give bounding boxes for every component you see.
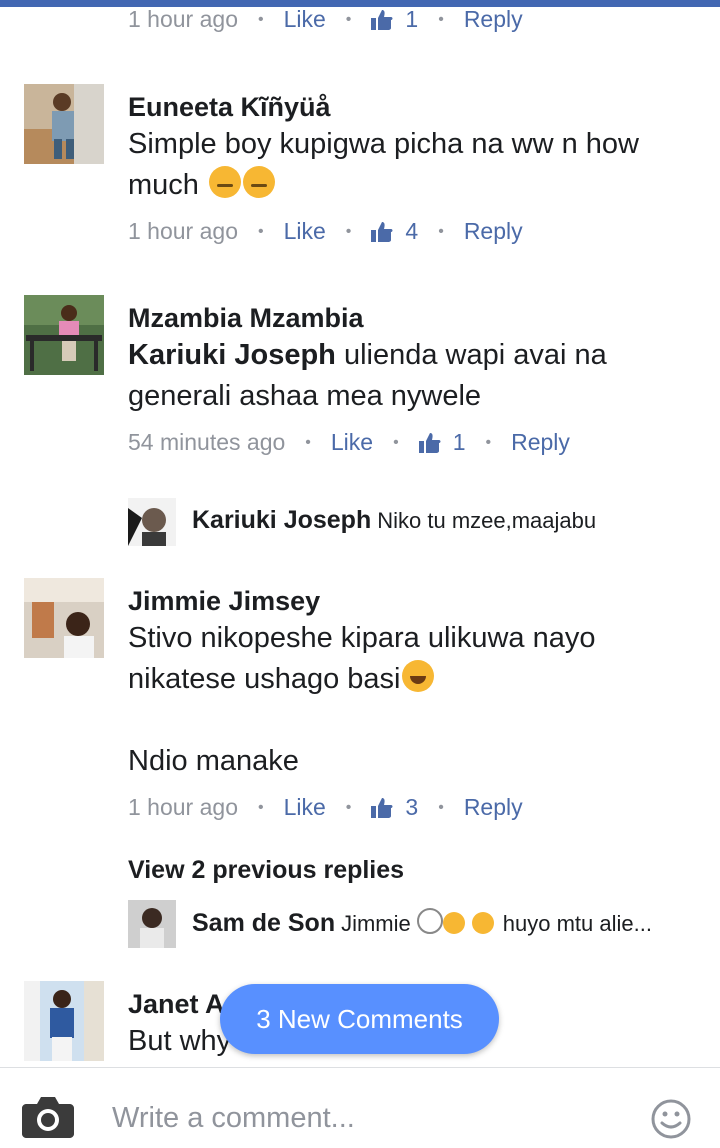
reply-button[interactable]: Reply — [464, 794, 523, 821]
like-count-value: 4 — [405, 218, 419, 244]
separator-dot: • — [345, 10, 352, 28]
thumbs-up-icon — [371, 9, 393, 30]
comment-text: Stivo nikopeshe kipara ulikuwa nayo nika… — [128, 618, 698, 700]
new-comments-button[interactable]: 3 New Comments — [220, 984, 499, 1054]
like-button[interactable]: Like — [284, 6, 326, 33]
thumbs-up-icon — [371, 221, 393, 242]
comment-text: Kariuki Joseph ulienda wapi avai na gene… — [128, 335, 698, 417]
comment-time: 54 minutes ago — [128, 429, 286, 455]
avatar[interactable] — [24, 578, 104, 658]
like-count-value: 1 — [452, 429, 466, 455]
separator-dot: • — [345, 222, 352, 240]
thumbs-up-icon — [418, 432, 441, 453]
like-count-value: 1 — [405, 6, 419, 32]
commenter-name[interactable]: Jimmie Jimsey — [128, 584, 698, 618]
thinking-face-icon — [242, 166, 275, 198]
like-count[interactable]: 3 — [371, 794, 418, 821]
rofl-icon — [443, 912, 466, 934]
reply-button[interactable]: Reply — [464, 218, 523, 245]
like-count[interactable]: 1 — [418, 429, 466, 456]
reply-avatar[interactable] — [128, 900, 176, 948]
separator-dot: • — [438, 10, 444, 28]
reply-name[interactable]: Sam de Son — [192, 909, 335, 937]
comment-text-content: But why — [128, 1025, 232, 1057]
comment-text-line: Ndio manake — [128, 745, 299, 777]
separator-dot: • — [438, 798, 444, 816]
separator-dot: • — [257, 10, 264, 28]
comment-time: 1 hour ago — [128, 794, 238, 820]
separator-dot: • — [257, 798, 264, 816]
family-icon — [417, 908, 444, 934]
comment-meta-row: 1 hour ago • Like • 4 • Reply — [128, 218, 523, 245]
grinning-sweat-icon — [402, 660, 435, 692]
avatar[interactable] — [24, 295, 104, 375]
reply-line: Kariuki Joseph Niko tu mzee,maajabu — [192, 506, 596, 535]
separator-dot: • — [438, 222, 444, 240]
thumbs-up-icon — [371, 797, 393, 818]
camera-icon[interactable] — [22, 1094, 74, 1143]
commenter-name[interactable]: Mzambia Mzambia — [128, 301, 698, 335]
comment-text-content: Simple boy kupigwa picha na ww n how muc… — [128, 128, 639, 201]
avatar[interactable] — [24, 981, 104, 1061]
view-previous-replies-link[interactable]: View 2 previous replies — [128, 856, 404, 885]
reply-avatar[interactable] — [128, 498, 176, 546]
tagged-name[interactable]: Kariuki Joseph — [128, 339, 336, 371]
reply-line: Sam de Son Jimmie huyo mtu alie... — [192, 908, 652, 938]
comment-meta-row: 1 hour ago • Like • 1 • Reply — [128, 6, 523, 33]
reply-row[interactable]: Sam de Son Jimmie huyo mtu alie... — [128, 900, 698, 950]
comment-time: 1 hour ago — [128, 218, 238, 244]
separator-dot: • — [485, 433, 492, 451]
like-button[interactable]: Like — [284, 218, 326, 245]
separator-dot: • — [345, 798, 352, 816]
thinking-face-icon — [208, 166, 241, 198]
comment-composer — [0, 1067, 720, 1148]
reply-name[interactable]: Kariuki Joseph — [192, 506, 371, 534]
avatar[interactable] — [24, 84, 104, 164]
separator-dot: • — [257, 222, 264, 240]
reply-text: huyo mtu alie... — [502, 911, 652, 936]
reply-row[interactable]: Kariuki Joseph Niko tu mzee,maajabu — [128, 498, 698, 548]
like-button[interactable]: Like — [331, 429, 373, 456]
rofl-icon — [472, 912, 495, 934]
reply-button[interactable]: Reply — [464, 6, 523, 33]
reply-text: Niko tu mzee,maajabu — [377, 508, 597, 533]
comment-text: Simple boy kupigwa picha na ww n how muc… — [128, 124, 698, 206]
like-button[interactable]: Like — [284, 794, 326, 821]
like-count[interactable]: 4 — [371, 218, 418, 245]
like-count-value: 3 — [405, 794, 419, 820]
smiley-icon[interactable] — [650, 1098, 692, 1145]
reply-text: Jimmie — [341, 911, 411, 936]
comment-text-content: Stivo nikopeshe kipara ulikuwa nayo nika… — [128, 622, 596, 695]
commenter-name[interactable]: Euneeta Kĩñyüå — [128, 90, 698, 124]
separator-dot: • — [393, 433, 399, 451]
reply-button[interactable]: Reply — [511, 429, 570, 456]
separator-dot: • — [305, 433, 311, 451]
like-count[interactable]: 1 — [371, 6, 418, 33]
comment-time: 1 hour ago — [128, 6, 238, 32]
comment-input[interactable] — [112, 1098, 612, 1138]
comment-meta-row: 1 hour ago • Like • 3 • Reply — [128, 794, 523, 821]
comment-meta-row: 54 minutes ago • Like • 1 • Reply — [128, 429, 570, 456]
